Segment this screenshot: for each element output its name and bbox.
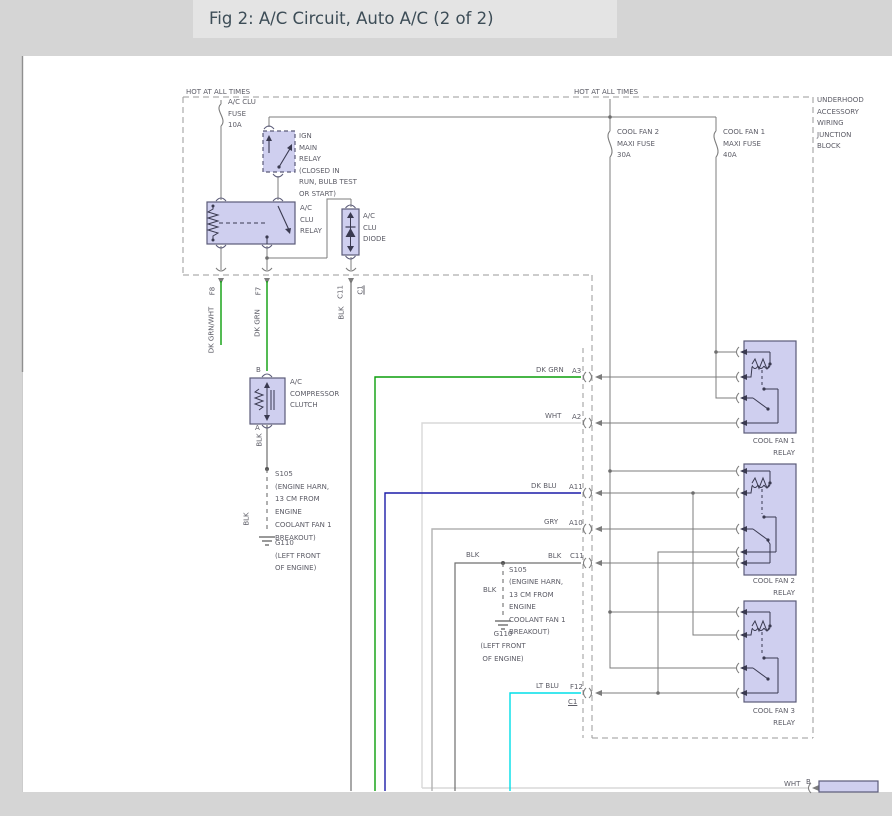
diagram-page — [22, 56, 892, 792]
title-panel: Fig 2: A/C Circuit, Auto A/C (2 of 2) — [193, 0, 617, 38]
title-bar: Fig 2: A/C Circuit, Auto A/C (2 of 2) — [0, 0, 892, 56]
figure-title: Fig 2: A/C Circuit, Auto A/C (2 of 2) — [209, 9, 494, 28]
screen: { "title": "Fig 2: A/C Circuit, Auto A/C… — [0, 0, 892, 816]
